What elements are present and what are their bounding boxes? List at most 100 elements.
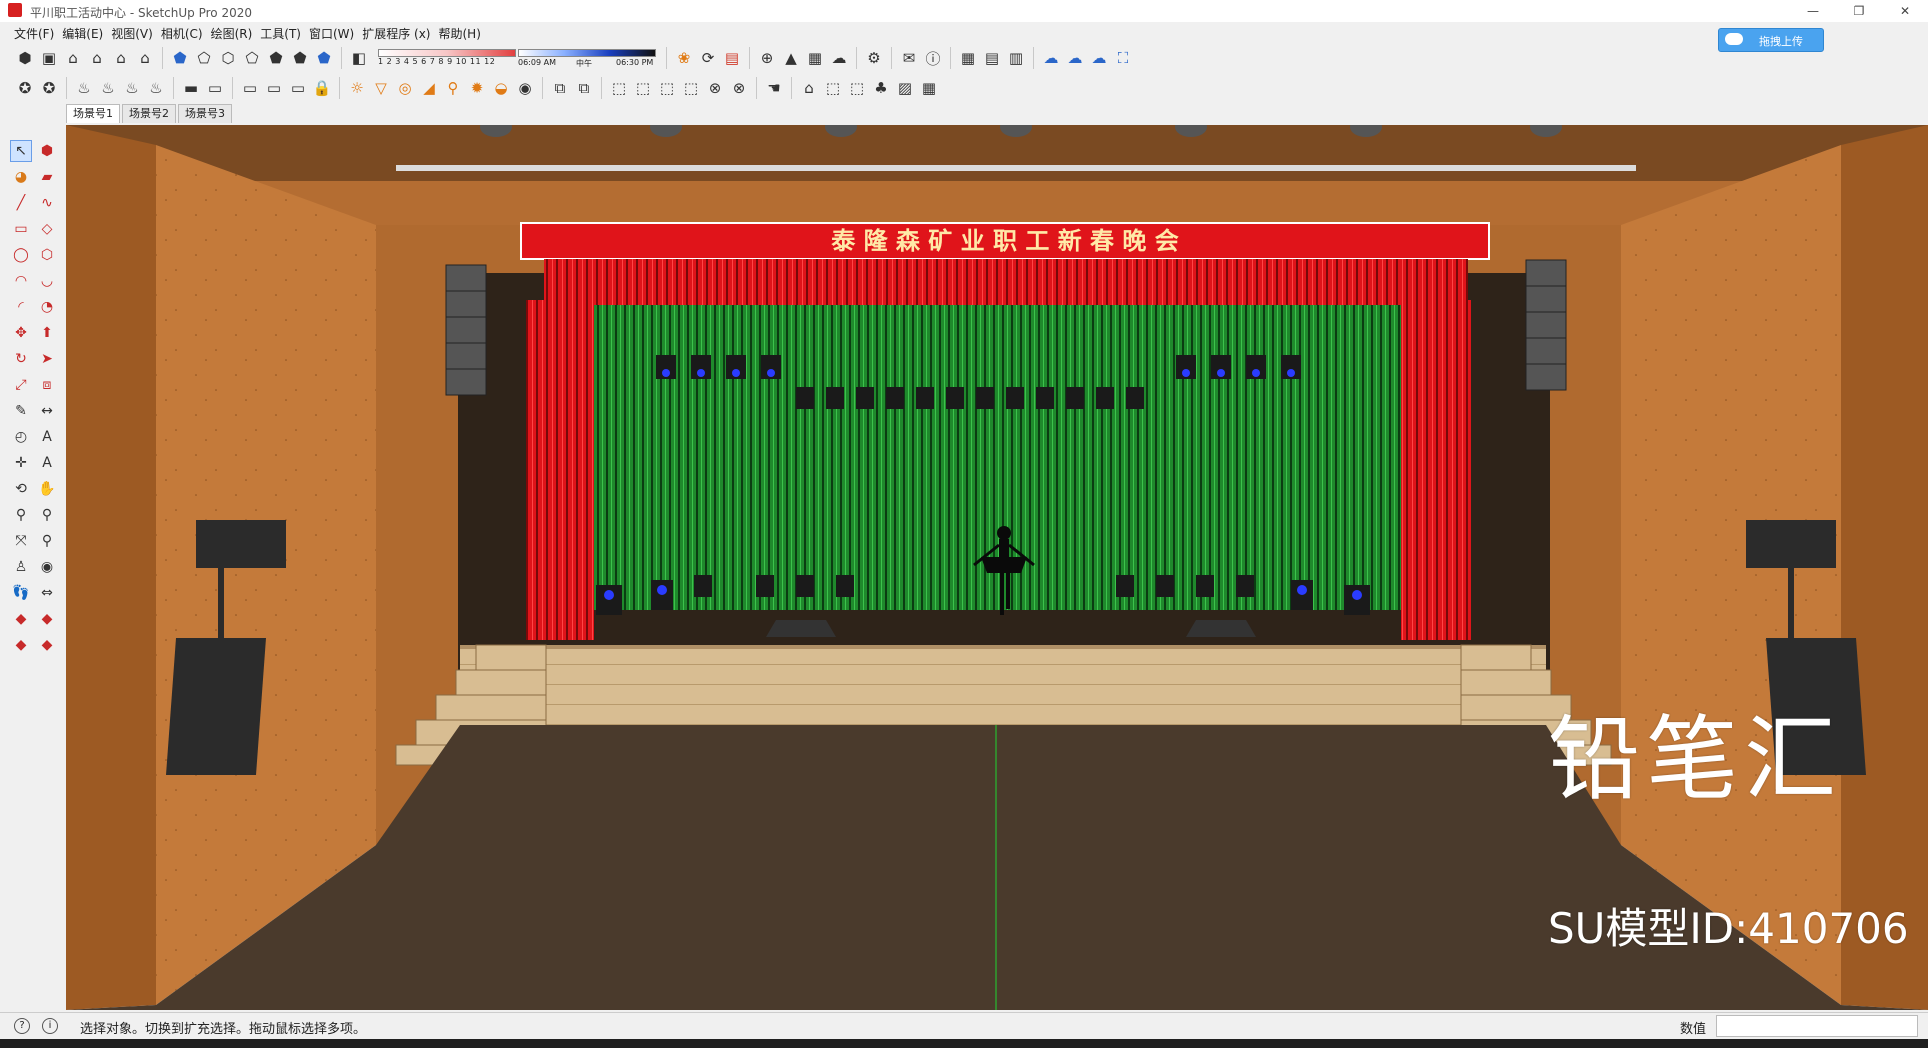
walk-icon[interactable]: 👣 [10, 582, 32, 604]
menu-camera[interactable]: 相机(C) [161, 22, 211, 42]
crate-icon[interactable]: ⬚ [846, 77, 868, 99]
light-icon[interactable]: ☼ [346, 77, 368, 99]
position-camera-icon[interactable]: ♙ [10, 556, 32, 578]
orbit-icon[interactable]: ⟲ [10, 478, 32, 500]
grid-icon[interactable]: ▦ [957, 47, 979, 69]
table-icon[interactable]: ▤ [981, 47, 1003, 69]
rotate-icon[interactable]: ↻ [10, 348, 32, 370]
tool-d-icon[interactable]: ♨ [97, 77, 119, 99]
3d-viewport[interactable]: 泰 隆 森 矿 业 职 工 新 春 晚 会 铅笔汇 SU模型ID:410706 [66, 125, 1928, 1010]
tool-e-icon[interactable]: ♨ [121, 77, 143, 99]
offset-icon[interactable]: ⧈ [36, 374, 58, 396]
three-point-arc-icon[interactable]: ◜ [10, 296, 32, 318]
zoom-window-icon[interactable]: ⚲ [36, 504, 58, 526]
menu-extensions[interactable]: 扩展程序 (x) [362, 22, 438, 42]
proxy-icon[interactable]: ⬚ [608, 77, 630, 99]
tool-b-icon[interactable]: ✪ [38, 77, 60, 99]
roof-icon[interactable]: ⌂ [798, 77, 820, 99]
menu-draw[interactable]: 绘图(R) [211, 22, 261, 42]
wireframe-icon[interactable]: ⬡ [217, 47, 239, 69]
ies-icon[interactable]: ⚲ [442, 77, 464, 99]
rotated-rectangle-icon[interactable]: ◇ [36, 218, 58, 240]
home-icon[interactable]: ⌂ [62, 47, 84, 69]
ball-icon[interactable]: ⊗ [704, 77, 726, 99]
shaded-textures-icon[interactable]: ⬟ [289, 47, 311, 69]
menu-help[interactable]: 帮助(H) [438, 22, 488, 42]
follow-me-icon[interactable]: ➤ [36, 348, 58, 370]
section-cut-icon[interactable]: ▭ [204, 77, 226, 99]
cloud-down-icon[interactable]: ☁ [1064, 47, 1086, 69]
monochrome-icon[interactable]: ⬟ [313, 47, 335, 69]
previous-view-icon[interactable]: ⚲ [36, 530, 58, 552]
hatch-icon[interactable]: ▨ [894, 77, 916, 99]
scene-tab-1[interactable]: 场景号1 [66, 104, 120, 123]
tool-f-icon[interactable]: ♨ [145, 77, 167, 99]
pan-icon[interactable]: ✋ [36, 478, 58, 500]
close-button[interactable]: ✕ [1882, 0, 1928, 22]
window-icon[interactable]: ▭ [239, 77, 261, 99]
box-icon[interactable]: ⬚ [632, 77, 654, 99]
container-icon[interactable]: ⬚ [822, 77, 844, 99]
rectangle-icon[interactable]: ▭ [10, 218, 32, 240]
mail-icon[interactable]: ✉ [898, 47, 920, 69]
push-pull-icon[interactable]: ⬆ [36, 322, 58, 344]
cloud-sync-icon[interactable]: ☁ [1040, 47, 1062, 69]
layers-icon[interactable]: ▤ [721, 47, 743, 69]
menu-view[interactable]: 视图(V) [111, 22, 161, 42]
area-light-icon[interactable]: ◢ [418, 77, 440, 99]
refresh-icon[interactable]: ⟳ [697, 47, 719, 69]
minimize-button[interactable]: — [1790, 0, 1836, 22]
tool-a-icon[interactable]: ✪ [14, 77, 36, 99]
paint-bucket-icon[interactable]: ◕ [10, 166, 32, 188]
mesh-icon[interactable]: ⬚ [680, 77, 702, 99]
hand-icon[interactable]: ☚ [763, 77, 785, 99]
fullscreen-icon[interactable]: ⛶ [1112, 47, 1134, 69]
circle-icon[interactable]: ◯ [10, 244, 32, 266]
zoom-icon[interactable]: ⚲ [10, 504, 32, 526]
text-icon[interactable]: A [36, 426, 58, 448]
month-slider[interactable]: 1 2 3 4 5 6 7 8 9 10 11 12 [376, 47, 516, 69]
layout-icon[interactable]: ▥ [1005, 47, 1027, 69]
frame-icon[interactable]: ▭ [263, 77, 285, 99]
menu-window[interactable]: 窗口(W) [309, 22, 362, 42]
xray-icon[interactable]: ⬟ [169, 47, 191, 69]
time-slider[interactable]: 06:09 AM 中午 06:30 PM [516, 47, 656, 69]
select-icon[interactable]: ↖ [10, 140, 32, 162]
info-icon[interactable]: ⓘ [922, 47, 944, 69]
upload-button[interactable]: 拖拽上传 [1718, 28, 1824, 52]
terrain-icon[interactable]: ▲ [780, 47, 802, 69]
omni-icon[interactable]: ◎ [394, 77, 416, 99]
look-around-icon[interactable]: ◉ [36, 556, 58, 578]
plugin-icon[interactable]: ❀ [673, 47, 695, 69]
menu-edit[interactable]: 编辑(E) [62, 22, 111, 42]
right-view-icon[interactable]: ⌂ [134, 47, 156, 69]
sun-icon[interactable]: ✹ [466, 77, 488, 99]
line-icon[interactable]: ╱ [10, 192, 32, 214]
checker-icon[interactable]: ▦ [804, 47, 826, 69]
dome-icon[interactable]: ◒ [490, 77, 512, 99]
spot-icon[interactable]: ▽ [370, 77, 392, 99]
shaded-icon[interactable]: ⬟ [265, 47, 287, 69]
freehand-icon[interactable]: ∿ [36, 192, 58, 214]
measurements-input[interactable] [1716, 1015, 1918, 1037]
back-edges-icon[interactable]: ⬠ [193, 47, 215, 69]
instructor-icon[interactable]: i [42, 1018, 58, 1034]
ruby-c-icon[interactable]: ◆ [10, 634, 32, 656]
lock-icon[interactable]: 🔒 [311, 77, 333, 99]
get-models-icon[interactable]: ⬢ [14, 47, 36, 69]
zoom-extents-icon[interactable]: ⤧ [10, 530, 32, 552]
ruby-a-icon[interactable]: ◆ [10, 608, 32, 630]
two-point-arc-icon[interactable]: ◡ [36, 270, 58, 292]
cloud-up-icon[interactable]: ☁ [1088, 47, 1110, 69]
add-location-icon[interactable]: ⊕ [756, 47, 778, 69]
plant-icon[interactable]: ♣ [870, 77, 892, 99]
tool-c-icon[interactable]: ♨ [73, 77, 95, 99]
ruby-d-icon[interactable]: ◆ [36, 634, 58, 656]
shadows-icon[interactable]: ◧ [348, 47, 370, 69]
geo-location-icon[interactable]: ? [14, 1018, 30, 1034]
axes-icon[interactable]: ✛ [10, 452, 32, 474]
hidden-line-icon[interactable]: ⬠ [241, 47, 263, 69]
restore-button[interactable]: ❐ [1836, 0, 1882, 22]
menu-file[interactable]: 文件(F) [14, 22, 62, 42]
front-view-icon[interactable]: ⌂ [110, 47, 132, 69]
